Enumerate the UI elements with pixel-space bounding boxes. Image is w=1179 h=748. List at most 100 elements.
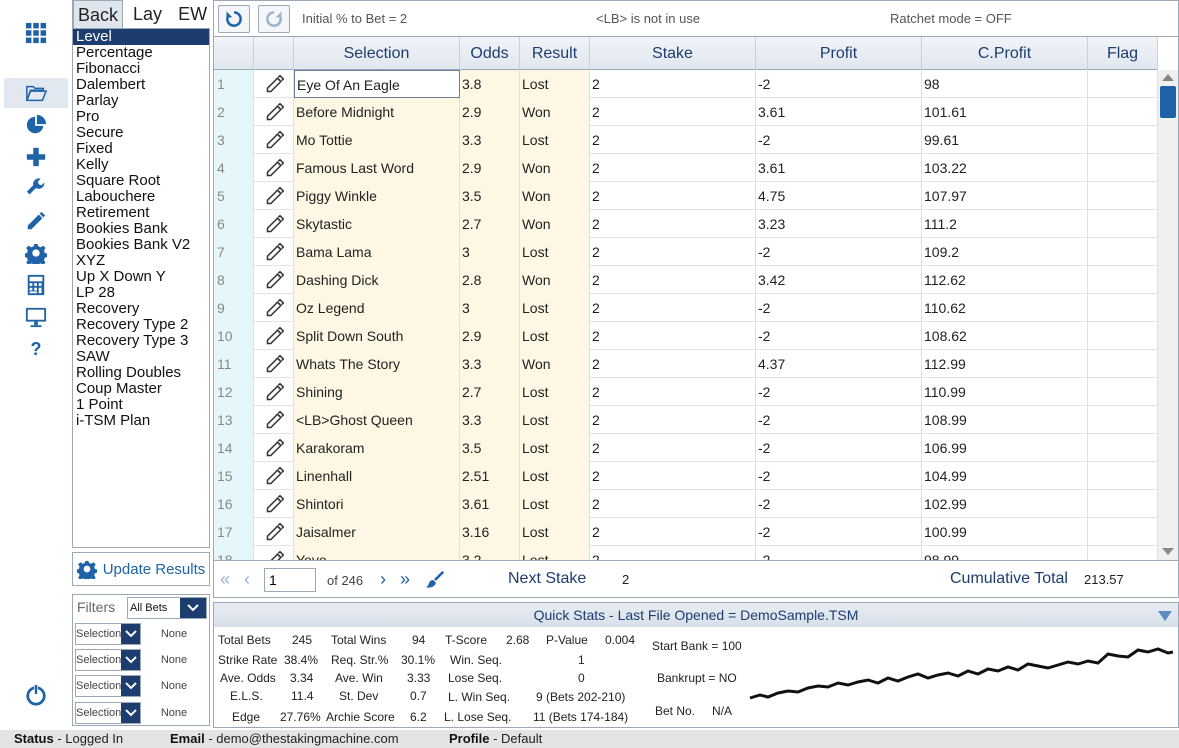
result-cell[interactable]: Won: [520, 350, 590, 378]
filter-selection-select[interactable]: Selection: [75, 649, 141, 671]
table-row[interactable]: 6 Skytastic 2.7 Won 2 3.23 111.2: [214, 210, 1158, 238]
edit-icon[interactable]: [254, 266, 294, 294]
result-cell[interactable]: Lost: [520, 322, 590, 350]
plan-item[interactable]: Pro: [73, 109, 209, 125]
plan-item[interactable]: Kelly: [73, 157, 209, 173]
flag-cell[interactable]: [1088, 182, 1158, 210]
scroll-down-icon[interactable]: [1162, 548, 1174, 555]
plan-item[interactable]: Recovery Type 2: [73, 317, 209, 333]
open-folder-icon[interactable]: [4, 78, 68, 108]
plan-item[interactable]: i-TSM Plan: [73, 413, 209, 429]
first-page-icon[interactable]: «: [220, 569, 230, 590]
plan-item[interactable]: Up X Down Y: [73, 269, 209, 285]
edit-icon[interactable]: [4, 206, 68, 236]
plan-item[interactable]: Labouchere: [73, 189, 209, 205]
edit-icon[interactable]: [254, 546, 294, 560]
odds-cell[interactable]: 3.16: [460, 518, 520, 546]
plan-item[interactable]: 1 Point: [73, 397, 209, 413]
plan-item[interactable]: Dalembert: [73, 77, 209, 93]
col-odds[interactable]: Odds: [460, 37, 520, 70]
apps-grid-icon[interactable]: [4, 18, 68, 48]
plan-item[interactable]: Level: [73, 29, 209, 45]
edit-icon[interactable]: [254, 378, 294, 406]
plan-item[interactable]: Recovery Type 3: [73, 333, 209, 349]
odds-cell[interactable]: 3.8: [460, 70, 520, 98]
selection-cell[interactable]: Eye Of An Eagle: [294, 70, 460, 98]
odds-cell[interactable]: 2.7: [460, 210, 520, 238]
col-profit[interactable]: Profit: [756, 37, 922, 70]
table-row[interactable]: 15 Linenhall 2.51 Lost 2 -2 104.99: [214, 462, 1158, 490]
selection-cell[interactable]: Whats The Story: [294, 350, 460, 378]
flag-cell[interactable]: [1088, 266, 1158, 294]
table-row[interactable]: 7 Bama Lama 3 Lost 2 -2 109.2: [214, 238, 1158, 266]
odds-cell[interactable]: 2.9: [460, 98, 520, 126]
filter-value[interactable]: None: [141, 654, 207, 666]
pie-chart-icon[interactable]: [4, 110, 68, 140]
filter-selection-select[interactable]: Selection: [75, 702, 141, 724]
table-row[interactable]: 14 Karakoram 3.5 Lost 2 -2 106.99: [214, 434, 1158, 462]
plan-item[interactable]: Recovery: [73, 301, 209, 317]
result-cell[interactable]: Lost: [520, 546, 590, 560]
scroll-thumb[interactable]: [1160, 86, 1176, 118]
odds-cell[interactable]: 3.5: [460, 434, 520, 462]
edit-icon[interactable]: [254, 490, 294, 518]
plan-item[interactable]: SAW: [73, 349, 209, 365]
result-cell[interactable]: Won: [520, 210, 590, 238]
help-icon[interactable]: ?: [4, 334, 68, 364]
table-row[interactable]: 11 Whats The Story 3.3 Won 2 4.37 112.99: [214, 350, 1158, 378]
odds-cell[interactable]: 3.3: [460, 350, 520, 378]
plan-item[interactable]: Secure: [73, 125, 209, 141]
result-cell[interactable]: Lost: [520, 238, 590, 266]
wrench-icon[interactable]: [4, 173, 68, 203]
next-page-icon[interactable]: ›: [380, 569, 386, 590]
col-cprofit[interactable]: C.Profit: [922, 37, 1088, 70]
result-cell[interactable]: Lost: [520, 434, 590, 462]
odds-cell[interactable]: 3: [460, 238, 520, 266]
odds-cell[interactable]: 2.8: [460, 266, 520, 294]
scroll-up-icon[interactable]: [1162, 74, 1174, 81]
selection-cell[interactable]: Split Down South: [294, 322, 460, 350]
table-row[interactable]: 1 Eye Of An Eagle 3.8 Lost 2 -2 98: [214, 70, 1158, 98]
selection-cell[interactable]: Shintori: [294, 490, 460, 518]
flag-cell[interactable]: [1088, 462, 1158, 490]
monitor-icon[interactable]: [4, 302, 68, 332]
odds-cell[interactable]: 3.3: [460, 126, 520, 154]
table-row[interactable]: 18 Yoyo 3.2 Lost 2 -2 98.99: [214, 546, 1158, 560]
filter-selection-select[interactable]: Selection: [75, 623, 141, 645]
edit-icon[interactable]: [254, 210, 294, 238]
result-cell[interactable]: Lost: [520, 126, 590, 154]
vertical-scrollbar[interactable]: [1158, 70, 1178, 560]
flag-cell[interactable]: [1088, 434, 1158, 462]
flag-cell[interactable]: [1088, 378, 1158, 406]
last-page-icon[interactable]: »: [400, 569, 410, 590]
odds-cell[interactable]: 3: [460, 294, 520, 322]
result-cell[interactable]: Lost: [520, 462, 590, 490]
edit-icon[interactable]: [254, 182, 294, 210]
tab-back[interactable]: Back: [73, 0, 124, 28]
page-number-input[interactable]: [264, 568, 316, 592]
table-row[interactable]: 8 Dashing Dick 2.8 Won 2 3.42 112.62: [214, 266, 1158, 294]
flag-cell[interactable]: [1088, 154, 1158, 182]
flag-cell[interactable]: [1088, 490, 1158, 518]
selection-cell[interactable]: Bama Lama: [294, 238, 460, 266]
power-icon[interactable]: [4, 680, 68, 710]
odds-cell[interactable]: 3.5: [460, 182, 520, 210]
table-row[interactable]: 17 Jaisalmer 3.16 Lost 2 -2 100.99: [214, 518, 1158, 546]
col-result[interactable]: Result: [520, 37, 590, 70]
flag-cell[interactable]: [1088, 210, 1158, 238]
selection-cell[interactable]: Jaisalmer: [294, 518, 460, 546]
prev-page-icon[interactable]: ‹: [244, 569, 250, 590]
edit-icon[interactable]: [254, 518, 294, 546]
plan-item[interactable]: Square Root: [73, 173, 209, 189]
flag-cell[interactable]: [1088, 546, 1158, 560]
result-cell[interactable]: Won: [520, 266, 590, 294]
plan-item[interactable]: LP 28: [73, 285, 209, 301]
gear-icon[interactable]: [4, 238, 68, 268]
odds-cell[interactable]: 3.3: [460, 406, 520, 434]
edit-icon[interactable]: [254, 238, 294, 266]
selection-cell[interactable]: Oz Legend: [294, 294, 460, 322]
calculator-icon[interactable]: [4, 270, 68, 300]
table-row[interactable]: 2 Before Midnight 2.9 Won 2 3.61 101.61: [214, 98, 1158, 126]
odds-cell[interactable]: 3.2: [460, 546, 520, 560]
edit-icon[interactable]: [254, 322, 294, 350]
